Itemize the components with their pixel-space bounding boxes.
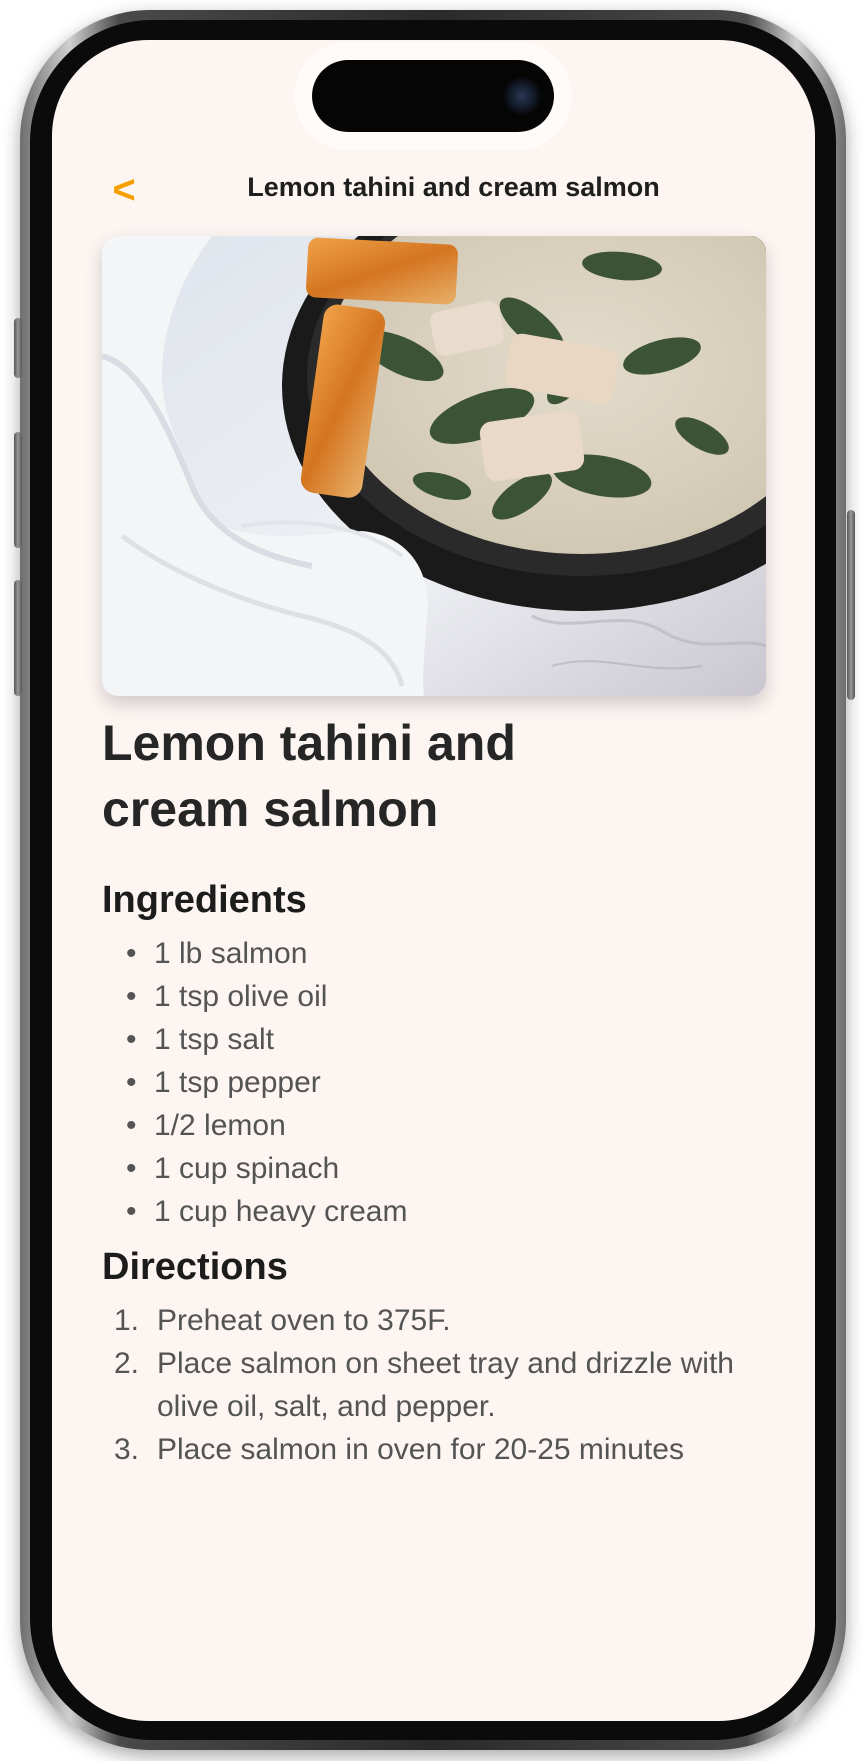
direction-step: 2. Place salmon on sheet tray and drizzle… [102,1342,766,1428]
step-number: 3. [114,1433,140,1466]
ingredient-item: • 1 tsp salt [102,1018,766,1061]
app-screen: < Lemon tahini and cream salmon Lemon ta… [52,40,815,1721]
direction-step: 3. Place salmon in oven for 20-25 minutes [102,1428,766,1471]
recipe-photo [102,236,766,696]
salmon-skillet-photo [102,236,766,696]
ingredient-text: 1 lb salmon [154,937,308,970]
ingredient-text: 1 tsp pepper [154,1066,321,1099]
direction-step: 1. Preheat oven to 375F. [102,1299,766,1342]
ingredient-text: 1/2 lemon [154,1109,286,1142]
ingredient-text: 1 tsp olive oil [154,980,328,1013]
direction-text: Preheat oven to 375F. [157,1304,451,1337]
ingredient-item: • 1 cup spinach [102,1147,766,1190]
ingredient-text: 1 tsp salt [154,1023,275,1056]
bullet-icon: • [126,1109,137,1142]
power-button [847,510,855,700]
ingredient-item: • 1 lb salmon [102,932,766,975]
ingredients-list: • 1 lb salmon • 1 tsp olive oil • 1 tsp sal… [102,932,766,1233]
nav-title: Lemon tahini and cream salmon [247,172,660,202]
volume-up-button [14,432,22,548]
step-number: 1. [114,1304,140,1337]
ingredient-item: • 1 cup heavy cream [102,1190,766,1233]
back-button[interactable]: < [104,170,144,210]
bullet-icon: • [126,937,137,970]
bullet-icon: • [126,1023,137,1056]
bullet-icon: • [126,1195,137,1228]
ingredient-text: 1 cup spinach [154,1152,340,1185]
ingredient-item: • 1 tsp olive oil [102,975,766,1018]
direction-text: Place salmon on sheet tray and drizzle w… [157,1347,734,1423]
dynamic-island [312,60,554,132]
directions-heading: Directions [102,1246,288,1288]
ingredient-item: • 1 tsp pepper [102,1061,766,1104]
ingredients-heading: Ingredients [102,879,307,921]
bullet-icon: • [126,1066,137,1099]
navigation-bar: < Lemon tahini and cream salmon [52,160,815,220]
camera-icon [502,76,542,116]
ingredient-text: 1 cup heavy cream [154,1195,408,1228]
bullet-icon: • [126,1152,137,1185]
direction-text: Place salmon in oven for 20-25 minutes [157,1433,684,1466]
action-button [14,318,22,378]
volume-down-button [14,580,22,696]
recipe-content: Lemon tahini and cream salmon Ingredient… [102,710,766,1471]
recipe-title: Lemon tahini and cream salmon [102,715,516,837]
step-number: 2. [114,1347,140,1380]
ingredient-item: • 1/2 lemon [102,1104,766,1147]
bullet-icon: • [126,980,137,1013]
directions-list: 1. Preheat oven to 375F. 2. Place salmon o… [102,1299,766,1471]
